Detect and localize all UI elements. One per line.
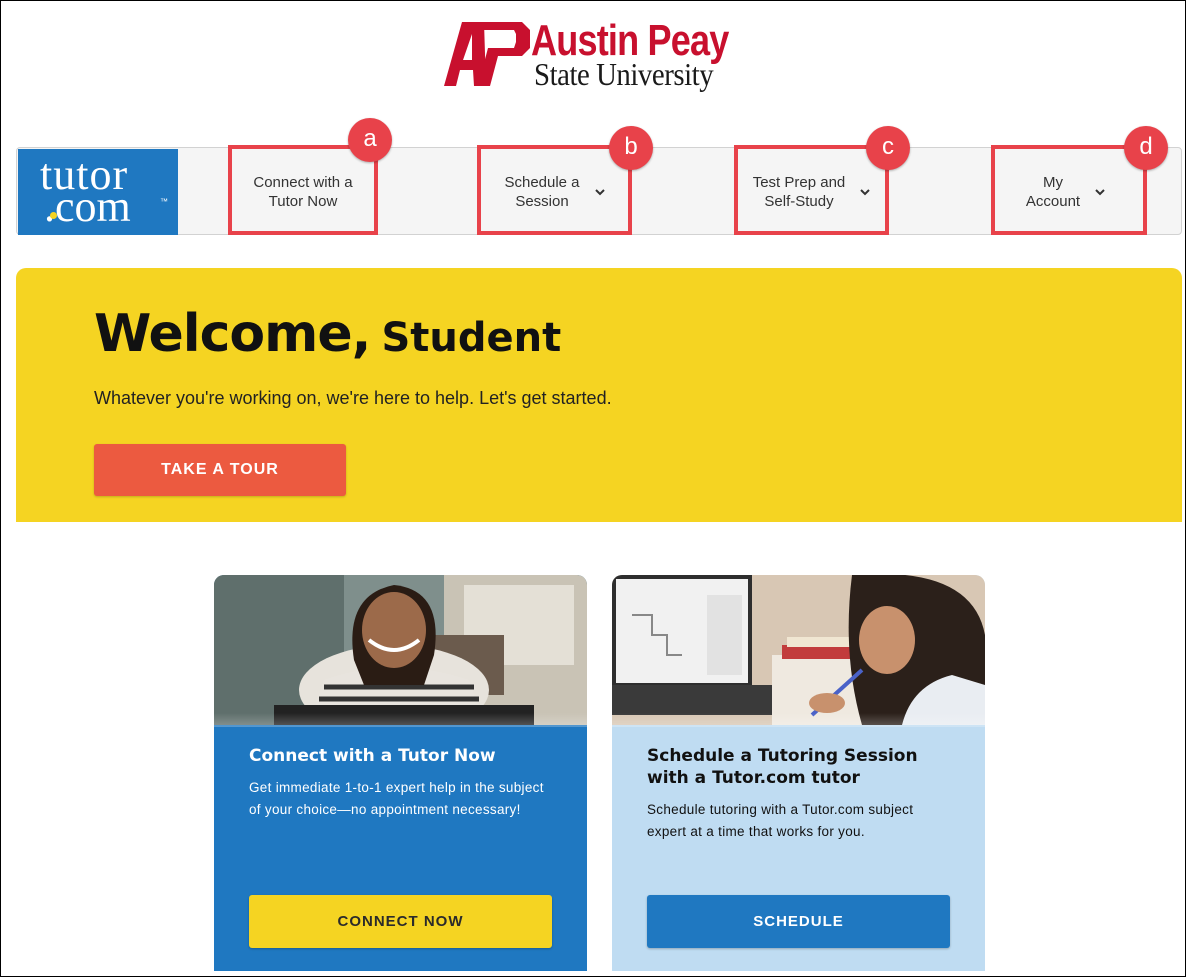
- schedule-card-body: Schedule tutoring with a Tutor.com subje…: [647, 802, 914, 839]
- connect-tutor-card: Connect with a Tutor Now Get immediate 1…: [214, 575, 587, 971]
- chevron-down-icon: [594, 189, 605, 196]
- apsu-ap-mark-icon: [444, 22, 530, 86]
- welcome-subtitle: Whatever you're working on, we're here t…: [94, 388, 612, 408]
- tutor-logo-dot: [50, 212, 57, 219]
- schedule-button[interactable]: SCHEDULE: [647, 895, 950, 948]
- tutor-logo-domain: .com: [44, 182, 131, 231]
- annotation-badge-a: a: [348, 118, 392, 162]
- nav-testprep-label-line1: Test Prep and: [752, 174, 846, 191]
- photo-fade: [612, 713, 985, 727]
- photo-fade: [214, 713, 587, 727]
- annotation-badge-c: c: [866, 126, 910, 170]
- chevron-down-icon: [1095, 189, 1105, 196]
- annotation-badge-b: b: [609, 126, 653, 170]
- tutor-com-logo[interactable]: tutor .com ™: [18, 149, 178, 235]
- welcome-heading: Welcome, Student: [94, 304, 561, 364]
- nav-testprep-label-line2: Self-Study: [764, 193, 834, 210]
- connect-now-button[interactable]: CONNECT NOW: [249, 895, 552, 948]
- nav-connect-label-line2: Tutor Now: [268, 193, 338, 210]
- nav-connect-tutor-now[interactable]: Connect with a Tutor Now: [230, 150, 376, 234]
- annotation-badge-d: d: [1124, 126, 1168, 170]
- nav-schedule-session[interactable]: Schedule a Session: [480, 150, 630, 234]
- tutor-logo-trademark: ™: [160, 197, 168, 206]
- student-writing-photo: [612, 575, 985, 725]
- nav-schedule-label-line2: Session: [515, 193, 569, 210]
- student-laptop-photo: [214, 575, 587, 725]
- chevron-down-icon: [860, 189, 870, 196]
- take-a-tour-button[interactable]: TAKE A TOUR: [94, 444, 346, 496]
- connect-card-title: Connect with a Tutor Now: [249, 746, 496, 766]
- nav-account-label-line1: My: [1042, 174, 1063, 191]
- nav-account-label-line2: Account: [1025, 193, 1081, 210]
- nav-test-prep-self-study[interactable]: Test Prep and Self-Study: [737, 150, 887, 234]
- welcome-greeting: Welcome,: [94, 304, 371, 364]
- nav-my-account[interactable]: My Account: [994, 150, 1138, 234]
- schedule-card-title: Schedule a Tutoring Session with a Tutor…: [647, 746, 918, 788]
- nav-schedule-label-line1: Schedule a: [504, 174, 580, 191]
- schedule-session-card: Schedule a Tutoring Session with a Tutor…: [612, 575, 985, 971]
- university-name-line2: State University: [534, 56, 714, 92]
- connect-card-body: Get immediate 1-to-1 expert help in the …: [249, 780, 544, 817]
- university-logo[interactable]: Austin Peay State University: [444, 16, 756, 92]
- nav-connect-label-line1: Connect with a: [253, 174, 353, 191]
- welcome-user-name: Student: [381, 315, 562, 361]
- welcome-hero: Welcome, Student Whatever you're working…: [16, 268, 1182, 522]
